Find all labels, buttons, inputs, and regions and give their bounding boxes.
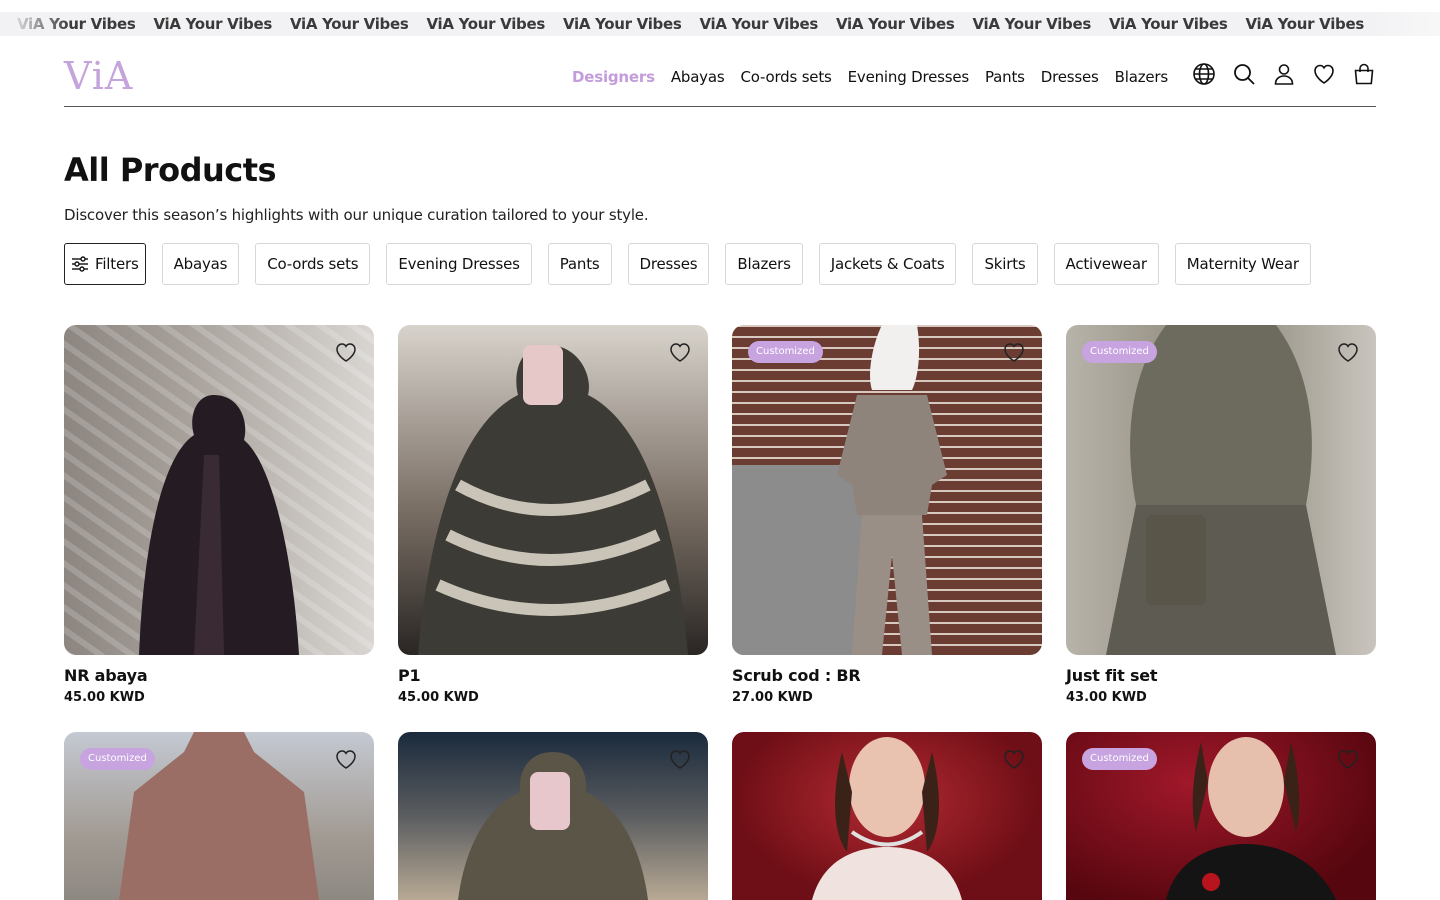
product-card[interactable]	[398, 732, 708, 900]
product-image[interactable]: Customized	[1066, 325, 1376, 655]
marquee-fade-left	[0, 12, 70, 36]
marquee-item: ViA Your Vibes	[1108, 15, 1228, 33]
chip-abayas[interactable]: Abayas	[161, 243, 240, 285]
main-nav: Designers Abayas Co-ords sets Evening Dr…	[572, 66, 1168, 88]
product-image[interactable]: Customized	[732, 325, 1042, 655]
product-name[interactable]: Scrub cod : BR	[732, 666, 1042, 686]
product-image[interactable]: Customized	[64, 732, 374, 900]
product-name[interactable]: NR abaya	[64, 666, 374, 686]
chip-pants[interactable]: Pants	[547, 243, 612, 285]
chip-skirts[interactable]: Skirts	[972, 243, 1038, 285]
product-price: 43.00 KWD	[1066, 690, 1147, 705]
site-header: ViA Designers Abayas Co-ords sets Evenin…	[64, 48, 1376, 107]
nav-blazers[interactable]: Blazers	[1115, 66, 1169, 88]
product-card[interactable]: Customized Scrub cod : BR 27.00 KWD	[732, 325, 1042, 707]
heart-icon[interactable]	[1312, 62, 1336, 86]
customized-badge: Customized	[1082, 748, 1157, 770]
marquee-item: ViA Your Vibes	[289, 15, 409, 33]
nav-evening-dresses[interactable]: Evening Dresses	[848, 66, 970, 88]
product-photo	[812, 737, 962, 900]
chip-activewear[interactable]: Activewear	[1053, 243, 1159, 285]
customized-badge: Customized	[80, 748, 155, 770]
search-icon[interactable]	[1232, 62, 1256, 86]
chip-evening-dresses[interactable]: Evening Dresses	[386, 243, 532, 285]
category-chips: Filters Abayas Co-ords sets Evening Dres…	[64, 243, 1311, 285]
chip-dresses[interactable]: Dresses	[627, 243, 710, 285]
product-photo	[139, 395, 299, 655]
product-card[interactable]: Customized	[64, 732, 374, 900]
marquee-item: ViA Your Vibes	[699, 15, 819, 33]
product-card[interactable]: NR abaya 45.00 KWD	[64, 325, 374, 707]
sliders-icon	[72, 256, 88, 272]
product-price: 27.00 KWD	[732, 690, 813, 705]
chip-jackets-coats[interactable]: Jackets & Coats	[818, 243, 957, 285]
product-card[interactable]: Customized Just fit set 43.00 KWD	[1066, 325, 1376, 707]
customized-badge: Customized	[748, 341, 823, 363]
page-title: All Products	[64, 151, 277, 189]
marquee-item: ViA Your Vibes	[1245, 15, 1365, 33]
product-price: 45.00 KWD	[398, 690, 479, 705]
product-image[interactable]	[64, 325, 374, 655]
product-price: 45.00 KWD	[64, 690, 145, 705]
product-image[interactable]: Customized	[1066, 732, 1376, 900]
nav-designers[interactable]: Designers	[572, 66, 655, 88]
product-photo	[837, 325, 947, 655]
globe-icon[interactable]	[1192, 62, 1216, 86]
announcement-marquee: ViA Your Vibes ViA Your Vibes ViA Your V…	[0, 0, 1440, 48]
nav-dresses[interactable]: Dresses	[1041, 66, 1099, 88]
chip-blazers[interactable]: Blazers	[725, 243, 803, 285]
product-name[interactable]: Just fit set	[1066, 666, 1376, 686]
product-photo	[1106, 325, 1336, 655]
product-image[interactable]	[398, 732, 708, 900]
product-image[interactable]	[398, 325, 708, 655]
customized-badge: Customized	[1082, 341, 1157, 363]
product-photo	[418, 345, 688, 655]
chip-maternity-wear[interactable]: Maternity Wear	[1174, 243, 1311, 285]
filters-label: Filters	[95, 255, 139, 273]
marquee-track: ViA Your Vibes ViA Your Vibes ViA Your V…	[8, 12, 1373, 36]
nav-abayas[interactable]: Abayas	[671, 66, 725, 88]
filters-button[interactable]: Filters	[64, 243, 146, 285]
marquee-item: ViA Your Vibes	[153, 15, 273, 33]
logo[interactable]: ViA	[64, 56, 133, 96]
marquee-item: ViA Your Vibes	[972, 15, 1092, 33]
product-name[interactable]: P1	[398, 666, 708, 686]
marquee-item: ViA Your Vibes	[562, 15, 682, 33]
nav-pants[interactable]: Pants	[985, 66, 1025, 88]
product-photo	[458, 752, 648, 900]
marquee-item: ViA Your Vibes	[835, 15, 955, 33]
wishlist-heart-icon[interactable]	[334, 748, 358, 770]
header-icons	[1192, 62, 1376, 86]
product-card[interactable]	[732, 732, 1042, 900]
bag-icon[interactable]	[1352, 62, 1376, 86]
marquee-item: ViA Your Vibes	[426, 15, 546, 33]
product-card[interactable]: P1 45.00 KWD	[398, 325, 708, 707]
nav-coords-sets[interactable]: Co-ords sets	[740, 66, 831, 88]
page-subtitle: Discover this season’s highlights with o…	[64, 206, 649, 224]
chip-coords-sets[interactable]: Co-ords sets	[255, 243, 371, 285]
wishlist-heart-icon[interactable]	[1002, 748, 1026, 770]
wishlist-heart-icon[interactable]	[1336, 341, 1360, 363]
wishlist-heart-icon[interactable]	[668, 341, 692, 363]
wishlist-heart-icon[interactable]	[334, 341, 358, 363]
product-photo	[1166, 737, 1336, 900]
user-icon[interactable]	[1272, 62, 1296, 86]
product-card[interactable]: Customized	[1066, 732, 1376, 900]
wishlist-heart-icon[interactable]	[668, 748, 692, 770]
wishlist-heart-icon[interactable]	[1002, 341, 1026, 363]
wishlist-heart-icon[interactable]	[1336, 748, 1360, 770]
marquee-fade-right	[1370, 12, 1440, 36]
product-image[interactable]	[732, 732, 1042, 900]
